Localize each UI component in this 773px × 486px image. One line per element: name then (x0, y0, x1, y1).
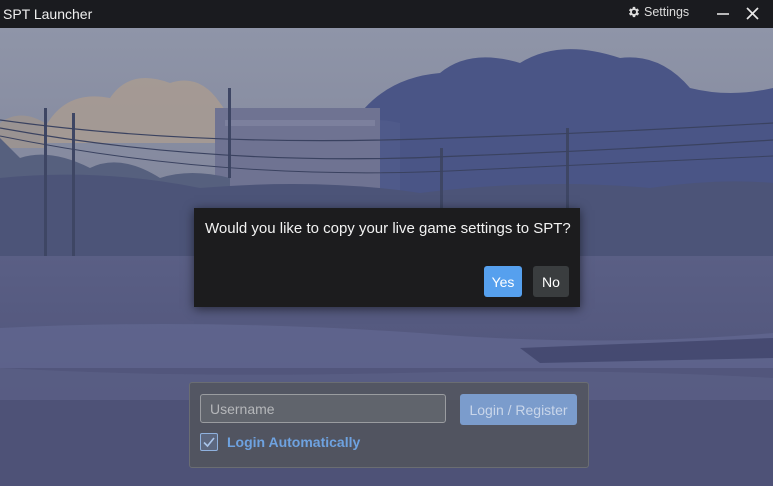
copy-settings-dialog: Would you like to copy your live game se… (194, 208, 580, 307)
title-bar: SPT Launcher Settings (0, 0, 773, 28)
login-panel: Login / Register Login Automatically (189, 382, 589, 468)
close-button[interactable] (741, 4, 763, 24)
login-automatically-checkbox[interactable] (200, 433, 218, 451)
dialog-message: Would you like to copy your live game se… (205, 220, 571, 237)
minimize-button[interactable] (712, 4, 734, 24)
login-automatically-label: Login Automatically (227, 434, 361, 450)
username-input[interactable] (200, 394, 446, 423)
app-title: SPT Launcher (3, 6, 93, 22)
close-icon (746, 7, 759, 20)
settings-label: Settings (644, 5, 690, 19)
gear-icon (628, 6, 640, 18)
checkmark-icon (203, 437, 215, 448)
settings-button[interactable]: Settings (627, 5, 689, 19)
login-register-button[interactable]: Login / Register (460, 394, 577, 425)
login-automatically-toggle[interactable]: Login Automatically (200, 433, 360, 451)
yes-button[interactable]: Yes (484, 266, 522, 297)
no-button[interactable]: No (533, 266, 569, 297)
minimize-icon (717, 13, 729, 15)
